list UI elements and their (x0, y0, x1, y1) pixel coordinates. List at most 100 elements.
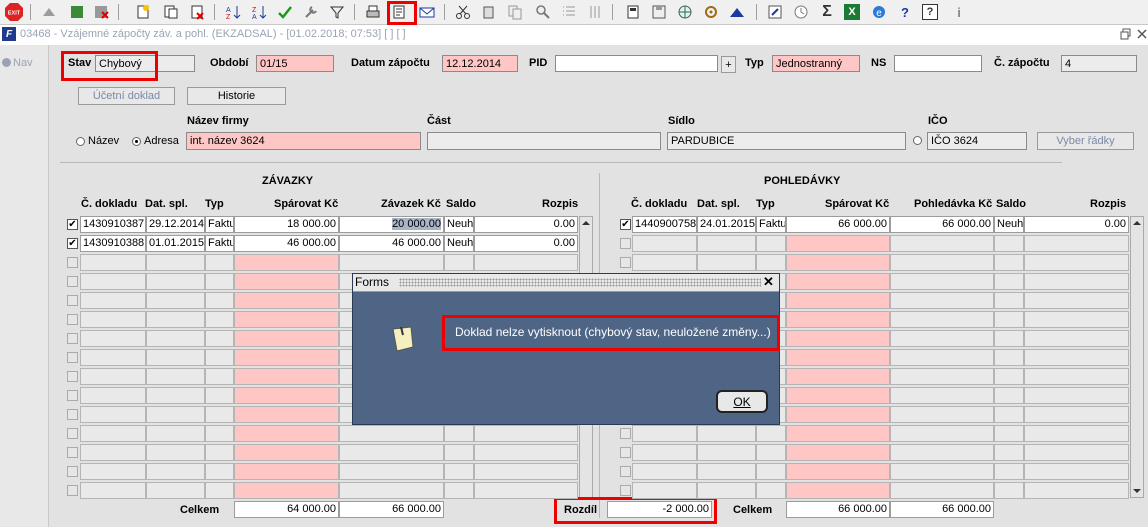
calc-icon[interactable] (624, 3, 642, 21)
poh-empty-cell[interactable] (756, 463, 786, 480)
poh-empty-cell[interactable] (890, 444, 994, 461)
poh-empty-cell[interactable] (994, 235, 1024, 252)
poh-empty-cell[interactable] (994, 311, 1024, 328)
poh-empty-cell[interactable] (1024, 368, 1129, 385)
poh-empty-cell[interactable] (1024, 292, 1129, 309)
zav-empty-cell[interactable] (339, 463, 444, 480)
zav-cell-datspl[interactable]: 29.12.2014 (146, 216, 205, 233)
zav-empty-cell[interactable] (444, 463, 474, 480)
poh-empty-cell[interactable] (786, 292, 890, 309)
tools-icon[interactable] (302, 3, 320, 21)
zav-empty-cell[interactable] (234, 406, 339, 423)
poh-empty-cell[interactable] (1024, 425, 1129, 442)
poh-empty-cell[interactable] (994, 349, 1024, 366)
poh-empty-cell[interactable] (890, 235, 994, 252)
poh-empty-cell[interactable] (890, 349, 994, 366)
cislo-zapoctu-field[interactable]: 4 (1061, 55, 1137, 72)
zav-empty-checkbox[interactable] (67, 371, 78, 382)
zav-empty-checkbox[interactable] (67, 333, 78, 344)
copy-icon[interactable] (162, 3, 180, 21)
sort-desc-icon[interactable]: ZA (250, 3, 268, 21)
zav-empty-cell[interactable] (80, 330, 146, 347)
zav-empty-cell[interactable] (146, 406, 205, 423)
zav-empty-cell[interactable] (80, 425, 146, 442)
zav-empty-cell[interactable] (146, 387, 205, 404)
poh-cell-rozpis[interactable]: 0.00 (1024, 216, 1129, 233)
info-icon[interactable]: i (950, 3, 968, 21)
poh-empty-checkbox[interactable] (620, 466, 631, 477)
ucetni-doklad-button[interactable]: Účetní doklad (78, 87, 175, 105)
nav-label[interactable]: Nav (13, 57, 33, 69)
zav-empty-cell[interactable] (80, 292, 146, 309)
poh-empty-cell[interactable] (632, 235, 697, 252)
poh-empty-cell[interactable] (890, 406, 994, 423)
poh-empty-cell[interactable] (786, 273, 890, 290)
typ-field[interactable]: Jednostranný (772, 55, 860, 72)
zav-empty-cell[interactable] (205, 406, 234, 423)
zav-empty-cell[interactable] (474, 463, 578, 480)
zav-empty-cell[interactable] (205, 254, 234, 271)
globe-icon[interactable] (676, 3, 694, 21)
poh-cell-pohledavka[interactable]: 66 000.00 (890, 216, 994, 233)
poh-empty-cell[interactable] (890, 463, 994, 480)
confirm-icon[interactable] (276, 3, 294, 21)
zav-empty-cell[interactable] (205, 482, 234, 499)
excel-icon[interactable]: X (844, 4, 860, 20)
poh-empty-cell[interactable] (756, 254, 786, 271)
poh-empty-cell[interactable] (1024, 349, 1129, 366)
poh-empty-cell[interactable] (890, 330, 994, 347)
zav-empty-checkbox[interactable] (67, 409, 78, 420)
poh-empty-cell[interactable] (756, 235, 786, 252)
dialog-titlebar[interactable]: Forms ✕ (353, 274, 779, 292)
poh-empty-cell[interactable] (632, 482, 697, 499)
poh-empty-cell[interactable] (994, 273, 1024, 290)
poh-empty-cell[interactable] (890, 368, 994, 385)
poh-empty-cell[interactable] (994, 387, 1024, 404)
zav-empty-checkbox[interactable] (67, 428, 78, 439)
poh-empty-checkbox[interactable] (620, 238, 631, 249)
poh-empty-cell[interactable] (1024, 254, 1129, 271)
zav-empty-cell[interactable] (205, 444, 234, 461)
poh-empty-cell[interactable] (994, 406, 1024, 423)
zav-empty-cell[interactable] (80, 349, 146, 366)
zav-empty-cell[interactable] (205, 387, 234, 404)
poh-empty-cell[interactable] (994, 292, 1024, 309)
poh-empty-cell[interactable] (994, 463, 1024, 480)
poh-empty-cell[interactable] (994, 368, 1024, 385)
poh-empty-cell[interactable] (632, 463, 697, 480)
poh-empty-cell[interactable] (1024, 311, 1129, 328)
delete-record-icon[interactable] (92, 3, 110, 21)
find-icon[interactable] (534, 3, 552, 21)
zav-cell-doklad[interactable]: 1430910387 (80, 216, 146, 233)
poh-empty-cell[interactable] (1024, 482, 1129, 499)
zav-empty-cell[interactable] (80, 254, 146, 271)
nazev-firmy-field[interactable]: int. název 3624 (186, 132, 421, 150)
zav-empty-cell[interactable] (474, 482, 578, 499)
zav-empty-cell[interactable] (80, 311, 146, 328)
sidlo-field[interactable]: PARDUBICE (667, 132, 906, 150)
zav-empty-cell[interactable] (80, 368, 146, 385)
poh-empty-checkbox[interactable] (620, 447, 631, 458)
zav-empty-cell[interactable] (339, 254, 444, 271)
poh-empty-cell[interactable] (890, 387, 994, 404)
poh-empty-checkbox[interactable] (620, 257, 631, 268)
zav-cell-zavazek[interactable]: 20 000.00 (339, 216, 444, 233)
close-window-icon[interactable] (1136, 28, 1148, 40)
zav-empty-cell[interactable] (444, 482, 474, 499)
zav-row-checkbox[interactable]: ✔ (67, 238, 78, 249)
cast-field[interactable] (427, 132, 661, 150)
zav-empty-cell[interactable] (234, 368, 339, 385)
poh-empty-cell[interactable] (994, 425, 1024, 442)
poh-cell-saldo[interactable]: Neuh (994, 216, 1024, 233)
zav-empty-cell[interactable] (146, 273, 205, 290)
zav-cell-saldo[interactable]: Neuh (444, 216, 474, 233)
save-icon[interactable] (650, 3, 668, 21)
radio-nazev[interactable] (76, 137, 85, 146)
zav-empty-cell[interactable] (205, 349, 234, 366)
obdobi-field[interactable]: 01/15 (256, 55, 334, 72)
poh-empty-cell[interactable] (697, 425, 756, 442)
zav-empty-cell[interactable] (80, 273, 146, 290)
poh-empty-cell[interactable] (756, 425, 786, 442)
zav-empty-cell[interactable] (474, 425, 578, 442)
zav-empty-cell[interactable] (146, 368, 205, 385)
